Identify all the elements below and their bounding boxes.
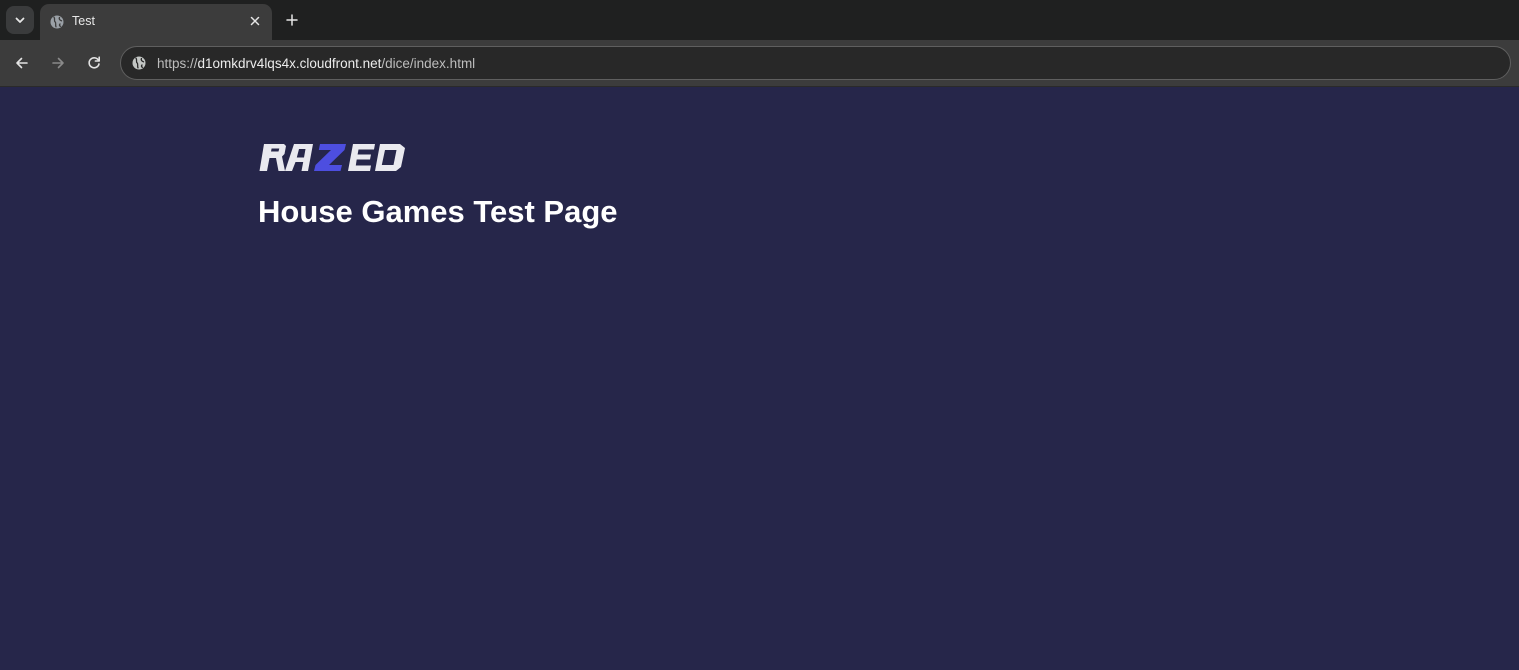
new-tab-button[interactable]: [280, 8, 304, 32]
globe-icon: [49, 14, 65, 30]
tab-strip: Test: [0, 0, 1519, 40]
address-bar[interactable]: https://d1omkdrv4lqs4x.cloudfront.net/di…: [120, 46, 1511, 80]
reload-icon: [88, 56, 100, 69]
url-host: d1omkdrv4lqs4x.cloudfront.net: [197, 56, 382, 71]
page-title: House Games Test Page: [258, 194, 618, 229]
chevron-down-icon: [15, 17, 25, 23]
url-scheme: https://: [157, 56, 198, 71]
url-path: /dice/index.html: [381, 56, 476, 71]
arrow-left-icon: [16, 57, 28, 69]
forward-button[interactable]: [45, 50, 71, 76]
arrow-right-icon: [52, 57, 64, 69]
url-text: https://d1omkdrv4lqs4x.cloudfront.net/di…: [157, 56, 475, 71]
tab-search-button[interactable]: [6, 6, 34, 34]
tab-active[interactable]: Test: [40, 4, 272, 40]
plus-icon: [286, 14, 298, 26]
page-content: House Games Test Page: [0, 88, 1519, 670]
razed-logo: [259, 144, 405, 171]
close-icon: [250, 16, 260, 26]
tab-close-button[interactable]: [246, 12, 264, 30]
site-info-button[interactable]: [131, 55, 147, 71]
tab-title: Test: [72, 14, 95, 28]
globe-icon: [132, 56, 146, 70]
back-button[interactable]: [9, 50, 35, 76]
reload-button[interactable]: [81, 50, 107, 76]
browser-toolbar: https://d1omkdrv4lqs4x.cloudfront.net/di…: [0, 40, 1519, 87]
